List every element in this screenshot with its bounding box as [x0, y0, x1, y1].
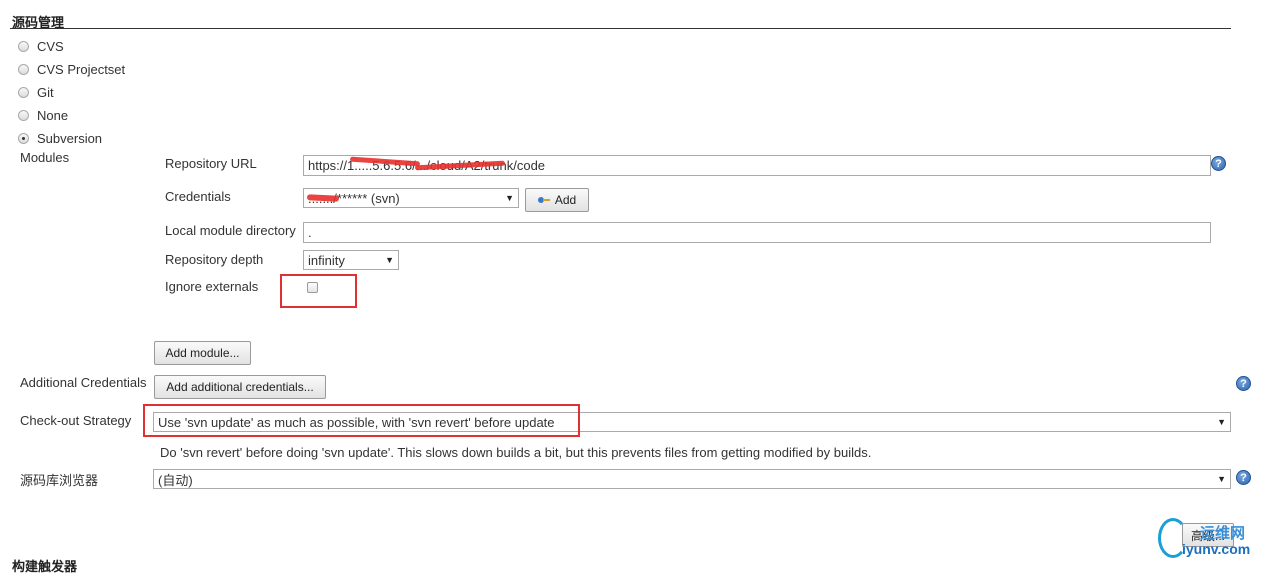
chevron-down-icon: ▼ — [505, 193, 514, 203]
scm-option-none[interactable]: None — [18, 106, 68, 124]
add-module-button[interactable]: Add module... — [154, 341, 251, 365]
repository-depth-value: infinity — [308, 252, 345, 268]
scm-option-git[interactable]: Git — [18, 83, 54, 101]
chevron-down-icon: ▼ — [385, 255, 394, 265]
repository-url-label: Repository URL — [165, 156, 257, 171]
scm-option-label: Subversion — [37, 130, 103, 146]
scm-option-cvs[interactable]: CVS — [18, 37, 64, 55]
ignore-externals-checkbox[interactable] — [307, 282, 318, 293]
key-icon — [537, 197, 550, 203]
radio-git[interactable] — [18, 86, 29, 98]
repo-browser-value: (自动) — [158, 472, 193, 488]
repository-depth-select[interactable]: infinity ▼ — [303, 250, 399, 270]
scm-option-label: CVS Projectset — [37, 61, 126, 77]
radio-cvs[interactable] — [18, 40, 29, 52]
help-icon[interactable]: ? — [1236, 470, 1251, 485]
add-additional-credentials-button[interactable]: Add additional credentials... — [154, 375, 326, 399]
additional-credentials-label: Additional Credentials — [20, 375, 147, 390]
watermark-text: 运维网 — [1200, 525, 1246, 542]
ignore-externals-label: Ignore externals — [165, 279, 259, 294]
radio-cvs-projectset[interactable] — [18, 63, 29, 75]
local-module-directory-input[interactable]: . — [303, 222, 1211, 243]
add-credentials-button[interactable]: Add — [525, 188, 589, 212]
scm-option-label: None — [37, 107, 69, 123]
scm-option-label: CVS — [37, 38, 64, 54]
section-divider — [10, 28, 1231, 29]
credentials-label: Credentials — [165, 189, 231, 204]
scm-option-label: Git — [37, 84, 54, 100]
highlight-box — [280, 274, 357, 308]
radio-none[interactable] — [18, 109, 29, 121]
checkout-strategy-label: Check-out Strategy — [20, 413, 132, 428]
watermark-url: iyunv.com — [1182, 541, 1251, 557]
scm-option-subversion[interactable]: Subversion — [18, 129, 102, 147]
repo-browser-select[interactable]: (自动) ▼ — [153, 469, 1231, 489]
radio-subversion[interactable] — [18, 132, 29, 144]
scm-option-cvs-projectset[interactable]: CVS Projectset — [18, 60, 125, 78]
repo-browser-label: 源码库浏览器 — [20, 473, 99, 488]
add-credentials-label: Add — [554, 193, 577, 207]
modules-label: Modules — [20, 150, 70, 165]
help-icon[interactable]: ? — [1236, 376, 1251, 391]
highlight-box — [143, 404, 580, 437]
help-icon[interactable]: ? — [1211, 156, 1226, 171]
checkout-strategy-description: Do 'svn revert' before doing 'svn update… — [160, 445, 872, 460]
chevron-down-icon: ▼ — [1217, 474, 1226, 484]
chevron-down-icon: ▼ — [1217, 417, 1226, 427]
repository-depth-label: Repository depth — [165, 252, 264, 267]
local-module-directory-label: Local module directory — [165, 223, 296, 238]
